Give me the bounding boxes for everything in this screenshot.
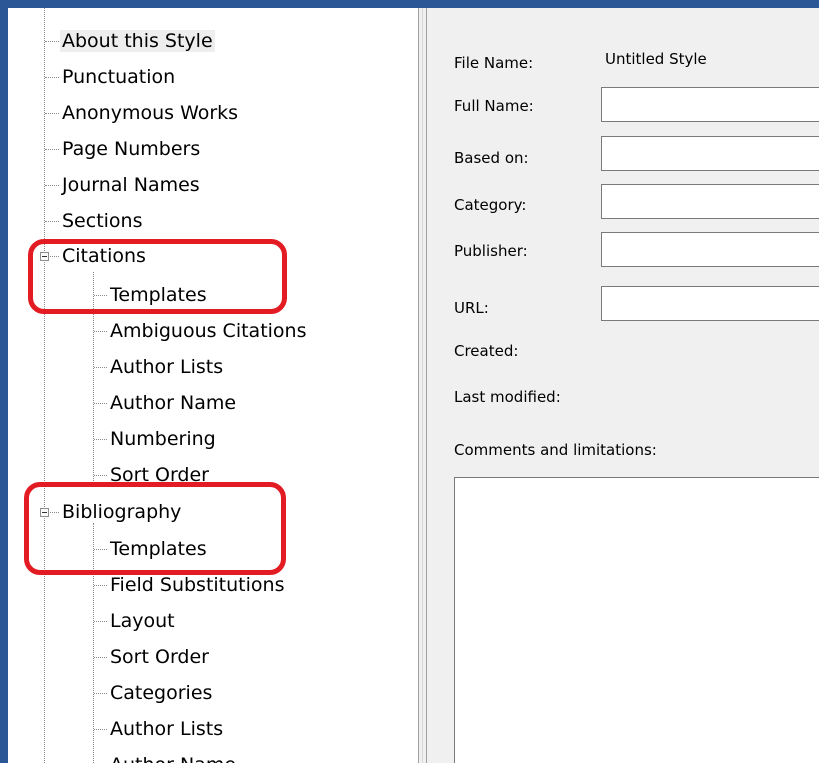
tree-item-layout[interactable]: Layout	[108, 606, 177, 636]
created-label: Created:	[454, 342, 519, 360]
tree-item-label: Field Substitutions	[110, 574, 285, 596]
tree-item-bibliography-author-lists[interactable]: Author Lists	[108, 714, 225, 744]
tree-item-label: Author Name	[108, 754, 238, 763]
comments-textarea[interactable]	[454, 477, 819, 763]
tree-item-numbering[interactable]: Numbering	[108, 424, 218, 454]
tree-item-bibliography-sort-order[interactable]: Sort Order	[108, 642, 211, 672]
file-name-value: Untitled Style	[605, 50, 707, 68]
category-field[interactable]	[601, 184, 819, 219]
tree-item-label: Layout	[110, 610, 175, 632]
tree-item-about-this-style[interactable]: About this Style	[60, 26, 215, 56]
tree-item-label: Sections	[62, 210, 143, 232]
tree-item-punctuation[interactable]: Punctuation	[60, 62, 177, 92]
tree-item-label: Numbering	[110, 428, 216, 450]
tree-item-journal-names[interactable]: Journal Names	[60, 170, 202, 200]
tree-item-citations-author-lists[interactable]: Author Lists	[108, 352, 225, 382]
last-modified-label: Last modified:	[454, 388, 561, 406]
tree-item-label: About this Style	[60, 30, 215, 52]
style-info-form: File Name: Untitled Style Full Name: Bas…	[427, 8, 819, 763]
tree-item-anonymous-works[interactable]: Anonymous Works	[60, 98, 240, 128]
tree-item-label: Author Name	[110, 392, 237, 414]
tree-root-guide	[44, 8, 45, 763]
publisher-field[interactable]	[601, 232, 819, 267]
based-on-field[interactable]	[601, 136, 819, 171]
full-name-label: Full Name:	[454, 97, 534, 115]
bibliography-templates-highlight	[24, 482, 286, 575]
tree-item-label: Sort Order	[110, 646, 209, 668]
tree-item-label: Ambiguous Citations	[110, 320, 307, 342]
tree-item-label: Anonymous Works	[62, 102, 239, 124]
tree-item-categories[interactable]: Categories	[108, 678, 214, 708]
tree-item-label: Page Numbers	[62, 138, 201, 160]
url-label: URL:	[454, 299, 489, 317]
publisher-label: Publisher:	[454, 242, 528, 260]
style-sections-tree[interactable]: About this Style Punctuation Anonymous W…	[8, 8, 418, 763]
tree-item-sections[interactable]: Sections	[60, 206, 145, 236]
tree-item-page-numbers[interactable]: Page Numbers	[60, 134, 202, 164]
comments-label: Comments and limitations:	[454, 441, 657, 459]
full-name-field[interactable]	[601, 87, 819, 122]
style-editor-window: About this Style Punctuation Anonymous W…	[8, 8, 819, 763]
tree-item-label: Author Lists	[110, 718, 224, 740]
tree-item-label: Author Lists	[110, 356, 224, 378]
tree-item-bibliography-author-name[interactable]: Author Name	[108, 750, 238, 763]
citations-templates-highlight	[28, 239, 287, 314]
tree-item-label: Punctuation	[62, 66, 176, 88]
tree-item-ambiguous-citations[interactable]: Ambiguous Citations	[108, 316, 309, 346]
category-label: Category:	[454, 196, 527, 214]
url-field[interactable]	[601, 286, 819, 321]
tree-item-label: Categories	[110, 682, 213, 704]
pane-splitter[interactable]	[418, 8, 427, 763]
tree-item-label: Journal Names	[62, 174, 200, 196]
file-name-label: File Name:	[454, 54, 534, 72]
based-on-label: Based on:	[454, 149, 529, 167]
tree-item-citations-author-name[interactable]: Author Name	[108, 388, 238, 418]
